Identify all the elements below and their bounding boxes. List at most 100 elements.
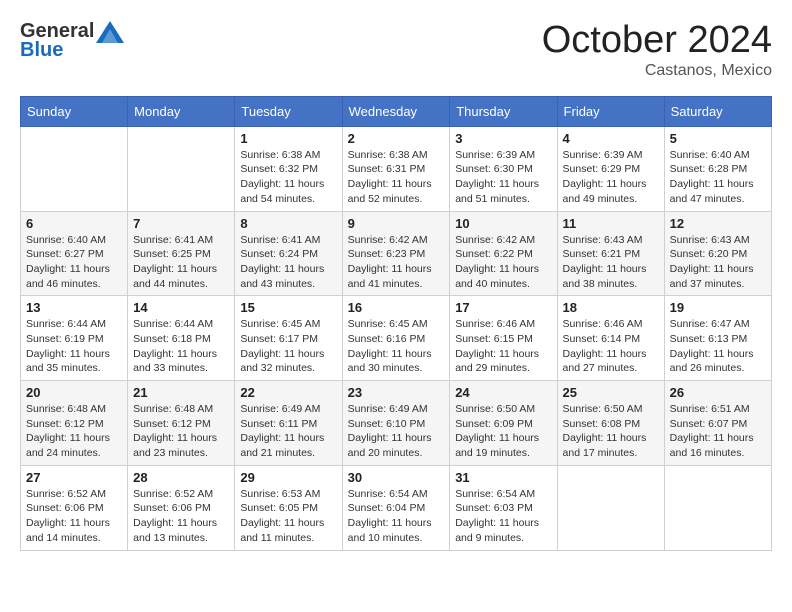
logo-icon	[96, 21, 124, 43]
calendar-week-row: 20 Sunrise: 6:48 AM Sunset: 6:12 PM Dayli…	[21, 381, 772, 466]
day-number: 25	[563, 385, 659, 400]
table-row: 15Sunrise: 6:45 AM Sunset: 6:17 PM Dayli…	[235, 296, 342, 381]
day-info: Sunrise: 6:40 AM Sunset: 6:28 PM Dayligh…	[670, 148, 766, 207]
calendar-table: Sunday Monday Tuesday Wednesday Thursday…	[20, 96, 772, 551]
table-row: 9 Sunrise: 6:42 AM Sunset: 6:23 PM Daylig…	[342, 211, 450, 296]
table-row: 21 Sunrise: 6:48 AM Sunset: 6:12 PM Dayli…	[128, 381, 235, 466]
table-row: 11 Sunrise: 6:43 AM Sunset: 6:21 PM Dayli…	[557, 211, 664, 296]
table-row: 16 Sunrise: 6:45 AM Sunset: 6:16 PM Dayli…	[342, 296, 450, 381]
day-info: Sunrise: 6:45 AM Sunset: 6:17 PM Dayligh…	[240, 317, 336, 376]
calendar-week-row: 27Sunrise: 6:52 AM Sunset: 6:06 PM Dayli…	[21, 465, 772, 550]
table-row	[557, 465, 664, 550]
day-number: 12	[670, 216, 766, 231]
table-row: 28Sunrise: 6:52 AM Sunset: 6:06 PM Dayli…	[128, 465, 235, 550]
day-number: 8	[240, 216, 336, 231]
day-info: Sunrise: 6:39 AM Sunset: 6:29 PM Dayligh…	[563, 148, 659, 207]
day-info: Sunrise: 6:54 AM Sunset: 6:03 PM Dayligh…	[455, 487, 551, 546]
day-info: Sunrise: 6:52 AM Sunset: 6:06 PM Dayligh…	[133, 487, 229, 546]
col-wednesday: Wednesday	[342, 96, 450, 126]
location-title: Castanos, Mexico	[542, 62, 772, 80]
day-info: Sunrise: 6:43 AM Sunset: 6:20 PM Dayligh…	[670, 233, 766, 292]
table-row: 29 Sunrise: 6:53 AM Sunset: 6:05 PM Dayli…	[235, 465, 342, 550]
table-row: 20 Sunrise: 6:48 AM Sunset: 6:12 PM Dayli…	[21, 381, 128, 466]
table-row: 18Sunrise: 6:46 AM Sunset: 6:14 PM Dayli…	[557, 296, 664, 381]
table-row: 5 Sunrise: 6:40 AM Sunset: 6:28 PM Daylig…	[664, 126, 771, 211]
col-sunday: Sunday	[21, 96, 128, 126]
col-friday: Friday	[557, 96, 664, 126]
day-number: 31	[455, 470, 551, 485]
table-row: 4 Sunrise: 6:39 AM Sunset: 6:29 PM Daylig…	[557, 126, 664, 211]
table-row: 10 Sunrise: 6:42 AM Sunset: 6:22 PM Dayli…	[450, 211, 557, 296]
day-number: 5	[670, 131, 766, 146]
day-number: 21	[133, 385, 229, 400]
day-number: 6	[26, 216, 122, 231]
day-info: Sunrise: 6:45 AM Sunset: 6:16 PM Dayligh…	[348, 317, 445, 376]
day-number: 20	[26, 385, 122, 400]
table-row: 14 Sunrise: 6:44 AM Sunset: 6:18 PM Dayli…	[128, 296, 235, 381]
col-tuesday: Tuesday	[235, 96, 342, 126]
table-row: 3 Sunrise: 6:39 AM Sunset: 6:30 PM Daylig…	[450, 126, 557, 211]
day-info: Sunrise: 6:43 AM Sunset: 6:21 PM Dayligh…	[563, 233, 659, 292]
day-number: 26	[670, 385, 766, 400]
col-thursday: Thursday	[450, 96, 557, 126]
table-row: 27Sunrise: 6:52 AM Sunset: 6:06 PM Dayli…	[21, 465, 128, 550]
day-number: 13	[26, 300, 122, 315]
day-number: 29	[240, 470, 336, 485]
day-info: Sunrise: 6:51 AM Sunset: 6:07 PM Dayligh…	[670, 402, 766, 461]
table-row: 22 Sunrise: 6:49 AM Sunset: 6:11 PM Dayli…	[235, 381, 342, 466]
table-row: 7 Sunrise: 6:41 AM Sunset: 6:25 PM Daylig…	[128, 211, 235, 296]
table-row: 12 Sunrise: 6:43 AM Sunset: 6:20 PM Dayli…	[664, 211, 771, 296]
day-info: Sunrise: 6:54 AM Sunset: 6:04 PM Dayligh…	[348, 487, 445, 546]
logo-blue: Blue	[20, 39, 63, 61]
day-number: 1	[240, 131, 336, 146]
title-area: October 2024 Castanos, Mexico	[542, 20, 772, 80]
day-info: Sunrise: 6:44 AM Sunset: 6:18 PM Dayligh…	[133, 317, 229, 376]
day-number: 24	[455, 385, 551, 400]
day-number: 11	[563, 216, 659, 231]
day-info: Sunrise: 6:52 AM Sunset: 6:06 PM Dayligh…	[26, 487, 122, 546]
day-info: Sunrise: 6:53 AM Sunset: 6:05 PM Dayligh…	[240, 487, 336, 546]
day-info: Sunrise: 6:46 AM Sunset: 6:15 PM Dayligh…	[455, 317, 551, 376]
day-info: Sunrise: 6:44 AM Sunset: 6:19 PM Dayligh…	[26, 317, 122, 376]
table-row: 13 Sunrise: 6:44 AM Sunset: 6:19 PM Dayli…	[21, 296, 128, 381]
day-number: 2	[348, 131, 445, 146]
day-number: 16	[348, 300, 445, 315]
day-info: Sunrise: 6:50 AM Sunset: 6:09 PM Dayligh…	[455, 402, 551, 461]
day-number: 14	[133, 300, 229, 315]
calendar-week-row: 13 Sunrise: 6:44 AM Sunset: 6:19 PM Dayli…	[21, 296, 772, 381]
calendar-week-row: 6 Sunrise: 6:40 AM Sunset: 6:27 PM Daylig…	[21, 211, 772, 296]
table-row	[21, 126, 128, 211]
day-info: Sunrise: 6:42 AM Sunset: 6:23 PM Dayligh…	[348, 233, 445, 292]
day-info: Sunrise: 6:40 AM Sunset: 6:27 PM Dayligh…	[26, 233, 122, 292]
day-number: 3	[455, 131, 551, 146]
day-info: Sunrise: 6:41 AM Sunset: 6:25 PM Dayligh…	[133, 233, 229, 292]
day-info: Sunrise: 6:48 AM Sunset: 6:12 PM Dayligh…	[26, 402, 122, 461]
day-number: 9	[348, 216, 445, 231]
table-row: 26 Sunrise: 6:51 AM Sunset: 6:07 PM Dayli…	[664, 381, 771, 466]
day-number: 30	[348, 470, 445, 485]
table-row	[128, 126, 235, 211]
table-row: 17Sunrise: 6:46 AM Sunset: 6:15 PM Dayli…	[450, 296, 557, 381]
col-monday: Monday	[128, 96, 235, 126]
day-info: Sunrise: 6:48 AM Sunset: 6:12 PM Dayligh…	[133, 402, 229, 461]
day-info: Sunrise: 6:41 AM Sunset: 6:24 PM Dayligh…	[240, 233, 336, 292]
day-info: Sunrise: 6:38 AM Sunset: 6:32 PM Dayligh…	[240, 148, 336, 207]
calendar-week-row: 1 Sunrise: 6:38 AM Sunset: 6:32 PM Daylig…	[21, 126, 772, 211]
table-row: 23Sunrise: 6:49 AM Sunset: 6:10 PM Dayli…	[342, 381, 450, 466]
day-info: Sunrise: 6:47 AM Sunset: 6:13 PM Dayligh…	[670, 317, 766, 376]
day-number: 7	[133, 216, 229, 231]
day-info: Sunrise: 6:46 AM Sunset: 6:14 PM Dayligh…	[563, 317, 659, 376]
table-row: 19Sunrise: 6:47 AM Sunset: 6:13 PM Dayli…	[664, 296, 771, 381]
day-number: 4	[563, 131, 659, 146]
table-row: 8 Sunrise: 6:41 AM Sunset: 6:24 PM Daylig…	[235, 211, 342, 296]
logo: General Blue	[20, 20, 124, 62]
day-info: Sunrise: 6:39 AM Sunset: 6:30 PM Dayligh…	[455, 148, 551, 207]
calendar-header-row: Sunday Monday Tuesday Wednesday Thursday…	[21, 96, 772, 126]
page-header: General Blue October 2024 Castanos, Mexi…	[20, 20, 772, 80]
day-info: Sunrise: 6:42 AM Sunset: 6:22 PM Dayligh…	[455, 233, 551, 292]
day-number: 22	[240, 385, 336, 400]
day-number: 10	[455, 216, 551, 231]
table-row: 6 Sunrise: 6:40 AM Sunset: 6:27 PM Daylig…	[21, 211, 128, 296]
day-info: Sunrise: 6:49 AM Sunset: 6:11 PM Dayligh…	[240, 402, 336, 461]
day-info: Sunrise: 6:38 AM Sunset: 6:31 PM Dayligh…	[348, 148, 445, 207]
